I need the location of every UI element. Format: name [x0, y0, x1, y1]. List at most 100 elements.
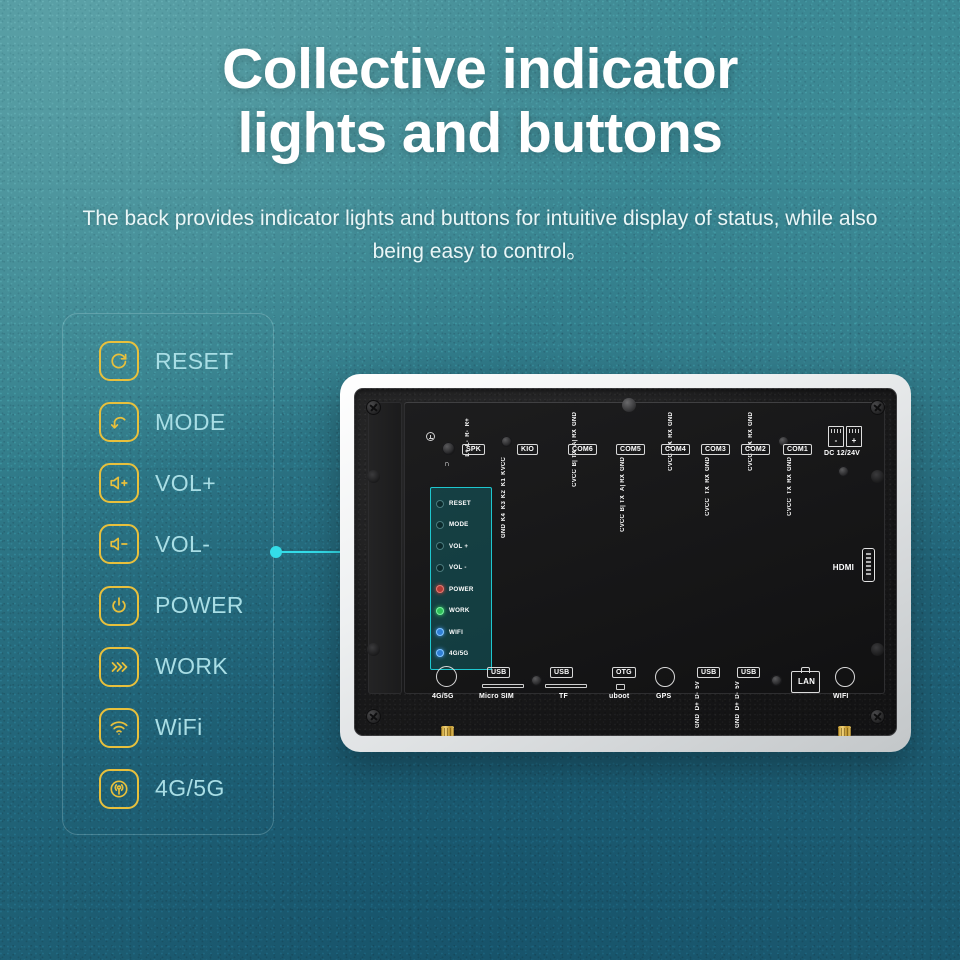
screw-top-right — [870, 400, 885, 415]
port-label-micro-sim: Micro SIM — [479, 693, 514, 700]
pin-label: RX — [668, 429, 674, 439]
pin-label: 5V — [695, 681, 701, 689]
dc-plus-terminal: + — [846, 426, 862, 447]
screw-top-left — [366, 400, 381, 415]
indicator-row-power: POWER — [431, 580, 491, 599]
cellular-icon — [99, 768, 139, 809]
legend-item-volume-up: VOL+ — [63, 460, 273, 506]
led-reset — [436, 499, 444, 508]
led-cellular — [436, 649, 444, 658]
pin-label: 5V — [735, 681, 741, 689]
mount-hole-right-2 — [871, 643, 884, 656]
kio-screw-hole — [501, 436, 512, 447]
legend-item-power: POWER — [63, 583, 273, 629]
pin-label: CVCC — [620, 514, 626, 533]
legend-panel: RESET MODE VOL+ VOL- POWER WORK WiFi 4G/… — [62, 313, 274, 835]
legend-item-volume-down: VOL- — [63, 521, 273, 567]
pin-label: TX — [787, 486, 793, 495]
com1-pin-labels: GND RX TX CVCC — [787, 457, 793, 516]
headphone-jack — [442, 442, 455, 455]
mount-hole-right — [871, 470, 884, 483]
page-subtitle: The back provides indicator lights and b… — [82, 207, 878, 263]
connector-spk: SPK — [462, 444, 485, 455]
antenna-port-wifi — [835, 667, 855, 687]
led-work — [436, 606, 444, 615]
mount-hole-left — [367, 470, 380, 483]
usb-badge-2: USB — [737, 667, 761, 678]
dc-power-terminal: - + — [828, 426, 862, 447]
reset-icon — [99, 341, 139, 381]
pin-label: GND — [787, 457, 793, 471]
pin-label: TX — [705, 486, 711, 495]
power-icon — [99, 585, 139, 626]
pin-label: D- — [695, 692, 701, 699]
indicator-label: POWER — [449, 585, 474, 593]
legend-item-wifi: WiFi — [63, 705, 273, 751]
pin-label: GND — [705, 457, 711, 471]
pin-label: GND — [695, 713, 701, 728]
device-backplate: ∩ R+ R- L- L+ SPK KIO KVCC K1 K2 K3 K4 G… — [354, 388, 897, 736]
sma-connector-wifi — [838, 726, 851, 736]
legend-label: VOL+ — [155, 469, 217, 496]
led-mode — [436, 520, 444, 529]
pin-label: R- — [465, 429, 471, 437]
pin-label: D+ — [695, 702, 701, 711]
port-label-4g5g: 4G/5G — [432, 693, 454, 700]
pin-label: CVCC — [787, 497, 793, 516]
indicator-label: WIFI — [449, 628, 464, 636]
indicator-row-reset: RESET — [431, 494, 491, 513]
pin-label: B| TX — [620, 494, 626, 512]
wifi-icon — [99, 707, 139, 748]
uboot-button[interactable] — [616, 684, 625, 690]
indicator-row-work: WORK — [431, 601, 491, 620]
volup-icon — [99, 463, 139, 504]
headphone-icon: ∩ — [444, 459, 450, 468]
usb2-pin-labels: 5V D- D+ GND — [735, 681, 741, 728]
mode-icon — [99, 402, 139, 443]
dc-screw-hole — [838, 466, 849, 477]
legend-label: 4G/5G — [155, 775, 225, 802]
connector-com6: COM6 — [568, 444, 598, 455]
usb1-pin-labels: 5V D- D+ GND — [695, 681, 701, 728]
bottom-screw-hole-1 — [531, 675, 542, 686]
connector-com4: COM4 — [661, 444, 691, 455]
screw-bottom-left — [366, 709, 381, 724]
pin-label: KVCC — [501, 457, 507, 475]
mount-hole-left-2 — [367, 643, 380, 656]
pin-label: A| RX — [620, 474, 626, 492]
pin-label: GND — [735, 713, 741, 728]
legend-label: WORK — [155, 653, 229, 680]
screw-bottom-right — [870, 709, 885, 724]
hdmi-port — [862, 548, 875, 582]
port-label-tf: TF — [559, 693, 568, 700]
port-label-wifi: WIFI — [833, 693, 849, 700]
antenna-port-4g5g — [436, 666, 457, 687]
indicator-label: MODE — [449, 521, 469, 529]
connector-com3: COM3 — [701, 444, 731, 455]
pin-label: RX — [787, 474, 793, 484]
indicator-label: VOL - — [449, 564, 467, 572]
connector-kio: KIO — [517, 444, 539, 455]
dc-minus-terminal: - — [828, 426, 844, 447]
com5-pin-labels: GND A| RX B| TX CVCC — [620, 457, 626, 532]
com4-pin-labels: GND RX TX CVCC — [668, 412, 674, 471]
led-wifi — [436, 628, 444, 637]
usb-badge-tf: USB — [550, 667, 574, 678]
com3-pin-labels: GND RX TX CVCC — [705, 457, 711, 516]
tf-card-slot — [545, 684, 587, 688]
indicator-label: WORK — [449, 607, 470, 615]
legend-item-work: WORK — [63, 644, 273, 690]
work-icon — [99, 646, 139, 687]
antenna-port-gps — [655, 667, 675, 687]
kio-pin-labels: KVCC K1 K2 K3 K4 GND — [501, 457, 507, 538]
pin-label: K4 — [501, 512, 507, 521]
legend-item-mode: MODE — [63, 399, 273, 445]
pin-label: RX — [705, 474, 711, 484]
pin-label: RX — [748, 429, 754, 439]
hdmi-label: HDMI — [832, 563, 854, 572]
indicator-row-mode: MODE — [431, 515, 491, 534]
pin-label: CVCC — [668, 452, 674, 471]
legend-label: WiFi — [155, 714, 203, 741]
otg-badge: OTG — [612, 667, 636, 678]
port-label-uboot: uboot — [609, 693, 630, 700]
